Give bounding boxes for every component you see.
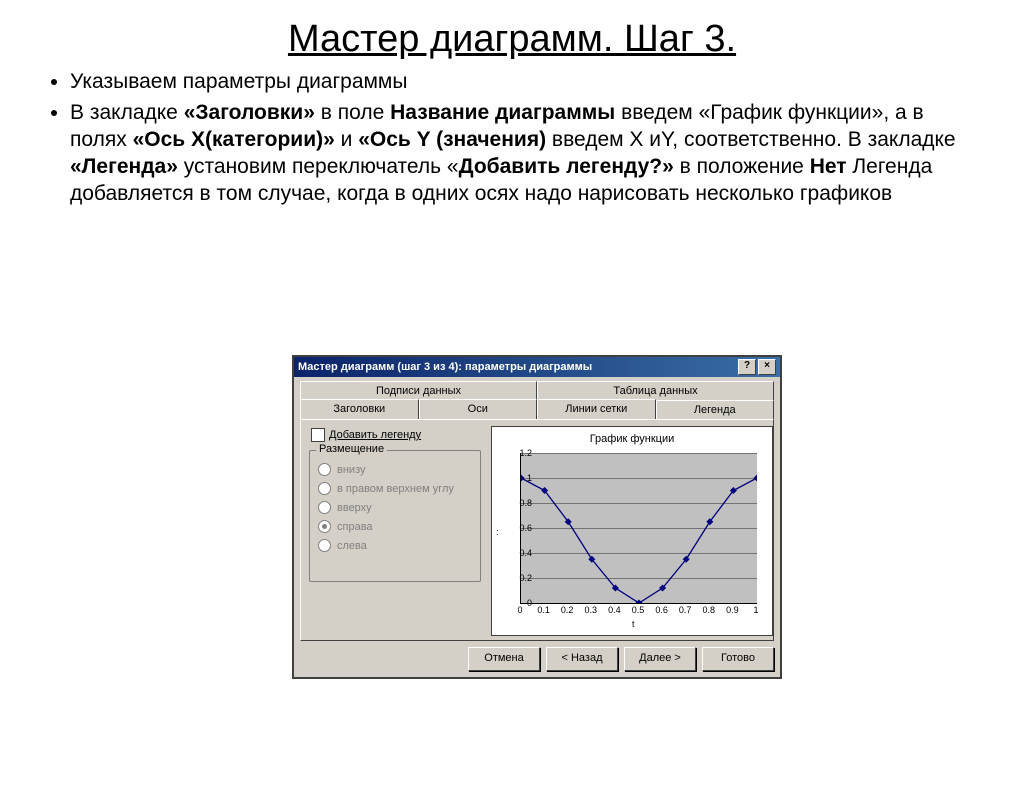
- radio-top[interactable]: вверху: [318, 501, 472, 514]
- checkbox-icon[interactable]: [311, 428, 325, 442]
- placement-group: Размещение внизу в правом верхнем углу в…: [309, 450, 481, 582]
- bullet-2: В закладке «Заголовки» в поле Название д…: [70, 100, 978, 208]
- radio-right[interactable]: справа: [318, 520, 472, 533]
- close-button[interactable]: ×: [758, 359, 776, 375]
- tab-data-table[interactable]: Таблица данных: [537, 381, 774, 400]
- next-button[interactable]: Далее >: [624, 647, 696, 671]
- x-tick: 0.8: [703, 605, 716, 615]
- tab-legend[interactable]: Легенда: [656, 400, 775, 420]
- y-tick: 1: [527, 473, 532, 483]
- x-tick: 0.2: [561, 605, 574, 615]
- chart-preview: График функции : t 0 0.2 0.4 0.6 0.8 1 1.2 0 0.1…: [491, 426, 773, 636]
- x-tick: 0.3: [585, 605, 598, 615]
- y-tick: 0.4: [519, 548, 532, 558]
- x-tick: 0.1: [537, 605, 550, 615]
- y-tick: 0.8: [519, 498, 532, 508]
- checkbox-add-legend[interactable]: Добавить легенду: [311, 428, 421, 442]
- chart-title: График функции: [492, 427, 772, 445]
- x-tick: 1: [753, 605, 758, 615]
- dialog-title: Мастер диаграмм (шаг 3 из 4): параметры …: [298, 361, 736, 373]
- y-tick: 1.2: [519, 448, 532, 458]
- x-tick: 0.9: [726, 605, 739, 615]
- tab-body: Добавить легенду Размещение внизу в прав…: [300, 419, 774, 641]
- x-tick: 0.4: [608, 605, 621, 615]
- x-tick: 0.7: [679, 605, 692, 615]
- x-tick: 0.6: [655, 605, 668, 615]
- checkbox-label: Добавить легенду: [329, 429, 421, 441]
- radio-left[interactable]: слева: [318, 539, 472, 552]
- radio-bottom[interactable]: внизу: [318, 463, 472, 476]
- tab-data-labels[interactable]: Подписи данных: [300, 381, 537, 400]
- group-title: Размещение: [316, 443, 387, 455]
- back-button[interactable]: < Назад: [546, 647, 618, 671]
- help-button[interactable]: ?: [738, 359, 756, 375]
- cancel-button[interactable]: Отмена: [468, 647, 540, 671]
- bullet-1: Указываем параметры диаграммы: [70, 69, 978, 96]
- body-text: Указываем параметры диаграммы В закладке…: [70, 69, 978, 207]
- tab-titles[interactable]: Заголовки: [300, 399, 419, 419]
- y-axis-label: :: [496, 527, 499, 537]
- titlebar: Мастер диаграмм (шаг 3 из 4): параметры …: [294, 357, 780, 377]
- y-tick: 0.6: [519, 523, 532, 533]
- x-tick: 0.5: [632, 605, 645, 615]
- slide-title: Мастер диаграмм. Шаг 3.: [0, 18, 1024, 61]
- radio-top-right[interactable]: в правом верхнем углу: [318, 482, 472, 495]
- tab-gridlines[interactable]: Линии сетки: [537, 399, 656, 419]
- x-tick: 0: [517, 605, 522, 615]
- plot-area: [520, 453, 757, 604]
- chart-wizard-dialog: Мастер диаграмм (шаг 3 из 4): параметры …: [292, 355, 782, 679]
- finish-button[interactable]: Готово: [702, 647, 774, 671]
- tab-axes[interactable]: Оси: [419, 399, 538, 419]
- x-axis-label: t: [632, 619, 635, 629]
- y-tick: 0: [527, 598, 532, 608]
- y-tick: 0.2: [519, 573, 532, 583]
